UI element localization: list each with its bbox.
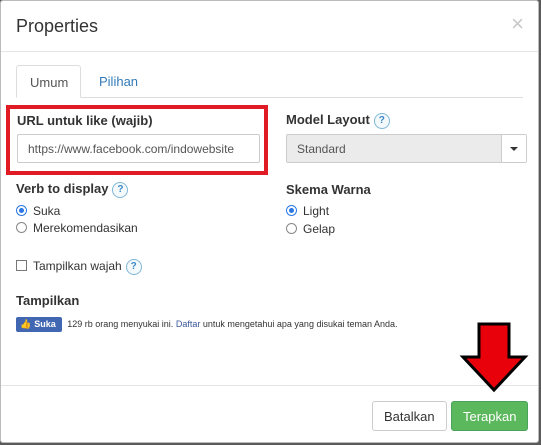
- url-input[interactable]: https://www.facebook.com/indowebsite: [17, 134, 260, 163]
- model-layout-selected: Standard: [297, 142, 346, 156]
- radio-checked-icon[interactable]: [16, 205, 27, 216]
- signup-link[interactable]: Daftar: [176, 319, 201, 329]
- url-label: URL untuk like (wajib): [17, 113, 153, 128]
- help-icon[interactable]: ?: [373, 112, 390, 129]
- radio-suka[interactable]: Suka: [16, 203, 60, 219]
- radio-checked-icon[interactable]: [286, 205, 297, 216]
- radio-gelap-label: Gelap: [303, 222, 336, 236]
- radio-unchecked-icon[interactable]: [16, 222, 27, 233]
- radio-unchecked-icon[interactable]: [286, 223, 297, 234]
- dialog-header: Properties ×: [1, 1, 538, 52]
- tab-bar: Umum Pilihan: [16, 65, 523, 98]
- signup-followup-text: untuk mengetahui apa yang disukai teman …: [202, 318, 398, 329]
- facebook-like-button[interactable]: 👍 Suka: [16, 317, 62, 332]
- verb-label: Verb to display?: [16, 181, 129, 198]
- dialog-title: Properties: [16, 16, 99, 36]
- tab-umum[interactable]: Umum: [16, 65, 81, 98]
- dialog-footer: Batalkan Terapkan: [1, 385, 538, 443]
- radio-merekomendasikan[interactable]: Merekomendasikan: [16, 220, 138, 236]
- model-layout-label: Model Layout?: [286, 112, 390, 129]
- model-layout-label-text: Model Layout: [286, 112, 370, 127]
- down-arrow-annotation-icon: [459, 322, 529, 393]
- help-icon[interactable]: ?: [112, 181, 129, 198]
- cancel-button[interactable]: Batalkan: [372, 401, 447, 431]
- thumbs-up-icon: 👍: [20, 319, 32, 329]
- radio-suka-label: Suka: [33, 204, 61, 218]
- model-layout-select[interactable]: Standard: [286, 134, 527, 163]
- radio-light[interactable]: Light: [286, 203, 329, 219]
- preview-label: Tampilkan: [16, 293, 80, 308]
- show-faces-label: Tampilkan wajah: [33, 259, 122, 273]
- facebook-like-button-label: Suka: [34, 319, 56, 329]
- close-icon[interactable]: ×: [511, 13, 524, 35]
- radio-gelap[interactable]: Gelap: [286, 221, 335, 237]
- radio-merekomendasikan-label: Merekomendasikan: [33, 221, 138, 235]
- schema-label: Skema Warna: [286, 182, 371, 197]
- chevron-down-icon[interactable]: [501, 135, 526, 162]
- tab-pilihan[interactable]: Pilihan: [86, 65, 151, 97]
- verb-label-text: Verb to display: [16, 181, 109, 196]
- properties-dialog: Properties × Umum Pilihan URL untuk like…: [0, 0, 539, 443]
- checkbox-icon[interactable]: [16, 260, 27, 271]
- like-count-text: 129 rb orang menyukai ini.: [67, 318, 174, 329]
- facebook-like-preview: 👍 Suka 129 rb orang menyukai ini. Daftar …: [16, 317, 398, 332]
- help-icon[interactable]: ?: [125, 258, 142, 275]
- apply-button[interactable]: Terapkan: [451, 401, 529, 431]
- radio-light-label: Light: [303, 204, 330, 218]
- show-faces-checkbox[interactable]: Tampilkan wajah?: [16, 258, 142, 275]
